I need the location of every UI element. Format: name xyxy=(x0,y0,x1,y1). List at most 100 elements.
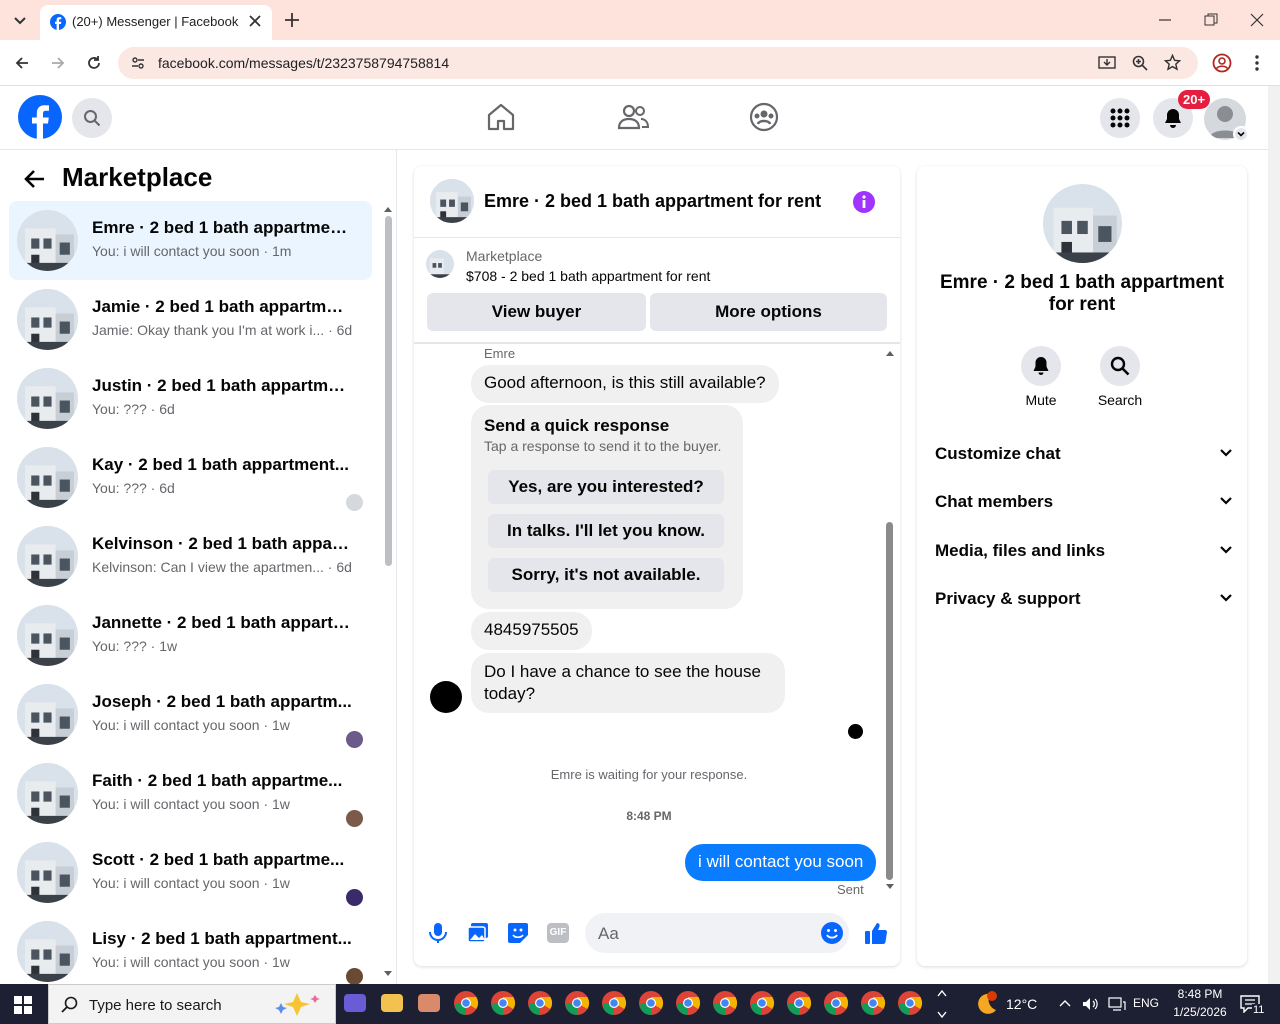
customize-chat-section[interactable]: Customize chat xyxy=(935,444,1233,474)
chat-list-scrollbar[interactable] xyxy=(385,216,392,566)
chat-scroll-down-icon[interactable] xyxy=(886,883,894,890)
friends-icon[interactable] xyxy=(617,102,649,132)
chat-scroll-up-icon[interactable] xyxy=(886,350,894,357)
network-icon[interactable] xyxy=(1108,996,1126,1012)
clock-time[interactable]: 8:48 PM xyxy=(1168,987,1232,1001)
chat-header-avatar[interactable] xyxy=(430,179,474,223)
sender-avatar[interactable] xyxy=(430,681,462,713)
taskbar-search-box[interactable]: Type here to search xyxy=(48,984,336,1024)
reload-icon[interactable] xyxy=(86,55,102,71)
conversation-item[interactable]: Scott · 2 bed 1 bath appartme... You: i w… xyxy=(9,833,372,912)
info-avatar[interactable] xyxy=(1043,184,1122,263)
scroll-down-icon[interactable] xyxy=(383,970,393,978)
minimize-window-icon[interactable] xyxy=(1158,13,1172,27)
url-bar[interactable]: facebook.com/messages/t/2323758794758814 xyxy=(118,47,1198,79)
snipping-tool-icon[interactable] xyxy=(416,990,444,1018)
new-tab-icon[interactable] xyxy=(284,12,300,28)
chrome-icon[interactable] xyxy=(453,990,481,1018)
temperature[interactable]: 12°C xyxy=(1006,996,1037,1012)
microphone-icon[interactable] xyxy=(428,922,448,944)
taskbar-scroll-icon[interactable] xyxy=(937,988,947,1020)
message-bubble[interactable]: Good afternoon, is this still available? xyxy=(471,365,779,403)
bookmark-star-icon[interactable] xyxy=(1164,54,1181,71)
sticker-icon[interactable] xyxy=(507,922,529,944)
message-bubble[interactable]: Do I have a chance to see the house toda… xyxy=(471,653,785,713)
file-explorer-icon[interactable] xyxy=(379,990,407,1018)
view-buyer-button[interactable]: View buyer xyxy=(427,293,646,331)
conversation-item[interactable]: Joseph · 2 bed 1 bath appartm... You: i w… xyxy=(9,675,372,754)
forward-icon[interactable] xyxy=(50,55,66,71)
mute-label[interactable]: Mute xyxy=(1011,392,1071,408)
chat-members-section[interactable]: Chat members xyxy=(935,492,1233,522)
emoji-icon[interactable] xyxy=(820,921,844,945)
weather-icon[interactable] xyxy=(972,990,1000,1018)
clock-date[interactable]: 1/25/2026 xyxy=(1168,1005,1232,1019)
apps-menu-icon[interactable] xyxy=(1100,98,1140,138)
profile-icon[interactable] xyxy=(1212,53,1232,73)
conversation-item[interactable]: Lisy · 2 bed 1 bath appartment... You: i … xyxy=(9,912,372,991)
message-bubble[interactable]: 4845975505 xyxy=(471,612,592,650)
chrome-icon[interactable] xyxy=(897,990,925,1018)
chrome-icon[interactable] xyxy=(749,990,777,1018)
conversation-item[interactable]: Faith · 2 bed 1 bath appartme... You: i w… xyxy=(9,754,372,833)
chrome-icon[interactable] xyxy=(601,990,629,1018)
input-language[interactable]: ENG xyxy=(1133,996,1159,1010)
close-tab-icon[interactable] xyxy=(248,14,262,28)
restore-window-icon[interactable] xyxy=(1204,13,1218,27)
chrome-icon[interactable] xyxy=(638,990,666,1018)
browser-tab[interactable]: (20+) Messenger | Facebook xyxy=(40,5,272,40)
search-label[interactable]: Search xyxy=(1090,392,1150,408)
back-icon[interactable] xyxy=(14,55,30,71)
info-icon[interactable] xyxy=(852,190,876,214)
privacy-support-section[interactable]: Privacy & support xyxy=(935,589,1233,619)
thumbs-up-icon[interactable] xyxy=(864,921,888,945)
conversation-item[interactable]: Emre · 2 bed 1 bath appartment ... You: i… xyxy=(9,201,372,280)
chrome-icon[interactable] xyxy=(860,990,888,1018)
gif-icon[interactable]: GIF xyxy=(547,923,569,943)
facebook-search-icon[interactable] xyxy=(72,98,112,138)
back-arrow-icon[interactable] xyxy=(24,168,46,190)
chrome-icon[interactable] xyxy=(786,990,814,1018)
install-app-icon[interactable] xyxy=(1098,55,1116,71)
more-options-button[interactable]: More options xyxy=(650,293,887,331)
search-conversation-icon[interactable] xyxy=(1100,346,1140,386)
conversation-item[interactable]: Jannette · 2 bed 1 bath appartm... You: ?… xyxy=(9,596,372,675)
listing-title[interactable]: $708 - 2 bed 1 bath appartment for rent xyxy=(466,268,710,284)
chrome-icon[interactable] xyxy=(712,990,740,1018)
mute-bell-icon[interactable] xyxy=(1021,346,1061,386)
tray-chevron-up-icon[interactable] xyxy=(1058,998,1072,1008)
chrome-icon[interactable] xyxy=(490,990,518,1018)
conversation-avatar xyxy=(17,605,78,666)
media-files-links-section[interactable]: Media, files and links xyxy=(935,541,1233,571)
chrome-icon[interactable] xyxy=(527,990,555,1018)
quick-reply-not-available-button[interactable]: Sorry, it's not available. xyxy=(488,558,724,592)
chrome-icon[interactable] xyxy=(823,990,851,1018)
tab-search-chevron-icon[interactable] xyxy=(12,12,28,28)
site-info-icon[interactable] xyxy=(130,55,146,71)
windows-start-icon[interactable] xyxy=(14,996,32,1014)
chat-scrollbar-thumb[interactable] xyxy=(886,522,893,880)
conversation-item[interactable]: Jamie · 2 bed 1 bath appartment... Jamie:… xyxy=(9,280,372,359)
photo-attach-icon[interactable] xyxy=(467,922,489,944)
quick-reply-yes-button[interactable]: Yes, are you interested? xyxy=(488,470,724,504)
zoom-icon[interactable] xyxy=(1132,55,1148,71)
message-input[interactable]: Aa xyxy=(585,913,849,953)
account-chevron-down-icon[interactable] xyxy=(1233,126,1249,142)
listing-thumbnail[interactable] xyxy=(426,250,454,278)
conversation-item[interactable]: Kelvinson · 2 bed 1 bath appart... Kelvin… xyxy=(9,517,372,596)
home-icon[interactable] xyxy=(486,102,516,132)
volume-icon[interactable] xyxy=(1082,996,1098,1012)
quick-reply-in-talks-button[interactable]: In talks. I'll let you know. xyxy=(488,514,724,548)
conversation-item[interactable]: Justin · 2 bed 1 bath appartment... You: … xyxy=(9,359,372,438)
chrome-icon[interactable] xyxy=(675,990,703,1018)
groups-icon[interactable] xyxy=(749,102,779,132)
browser-menu-icon[interactable] xyxy=(1254,54,1260,72)
scroll-up-icon[interactable] xyxy=(383,205,393,213)
sent-message-bubble[interactable]: i will contact you soon xyxy=(685,844,877,881)
close-window-icon[interactable] xyxy=(1250,13,1264,27)
facebook-logo-icon[interactable] xyxy=(18,95,62,139)
page-scrollbar[interactable] xyxy=(1268,86,1280,984)
copilot-icon[interactable] xyxy=(342,990,370,1018)
chrome-icon[interactable] xyxy=(564,990,592,1018)
conversation-item[interactable]: Kay · 2 bed 1 bath appartment... You: ???… xyxy=(9,438,372,517)
